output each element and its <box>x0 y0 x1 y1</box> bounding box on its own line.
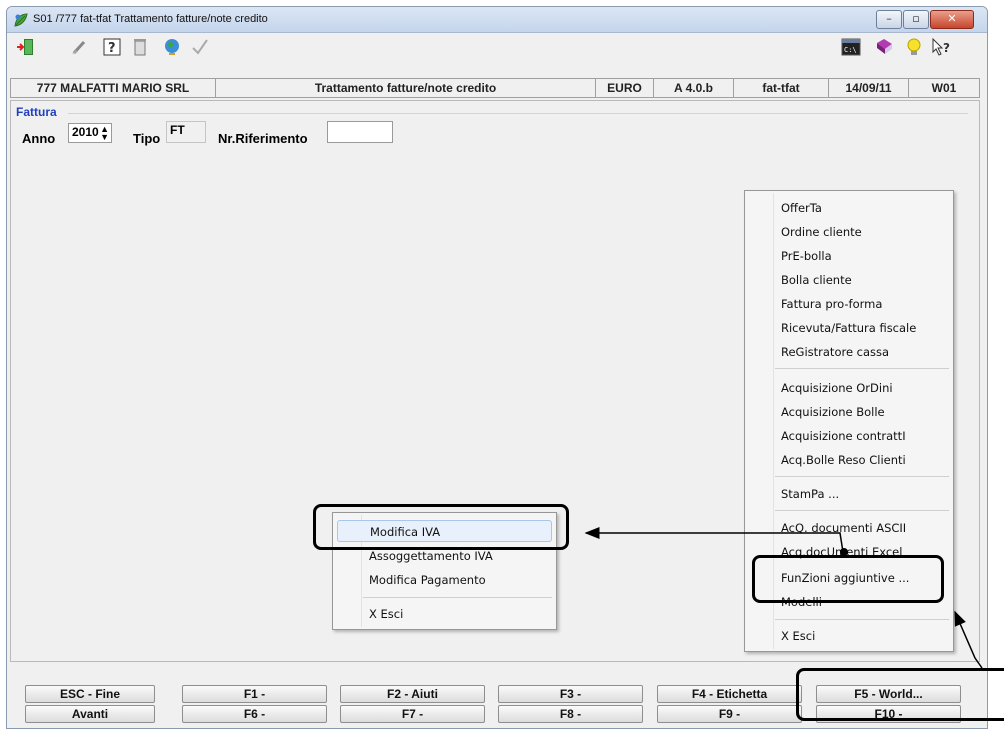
annotation-arrows <box>584 527 983 669</box>
arrow-origin-dot <box>840 548 848 556</box>
arrow-to-modifica-iva <box>584 527 844 553</box>
arrow-to-funzioni-aggiuntive <box>954 610 983 669</box>
